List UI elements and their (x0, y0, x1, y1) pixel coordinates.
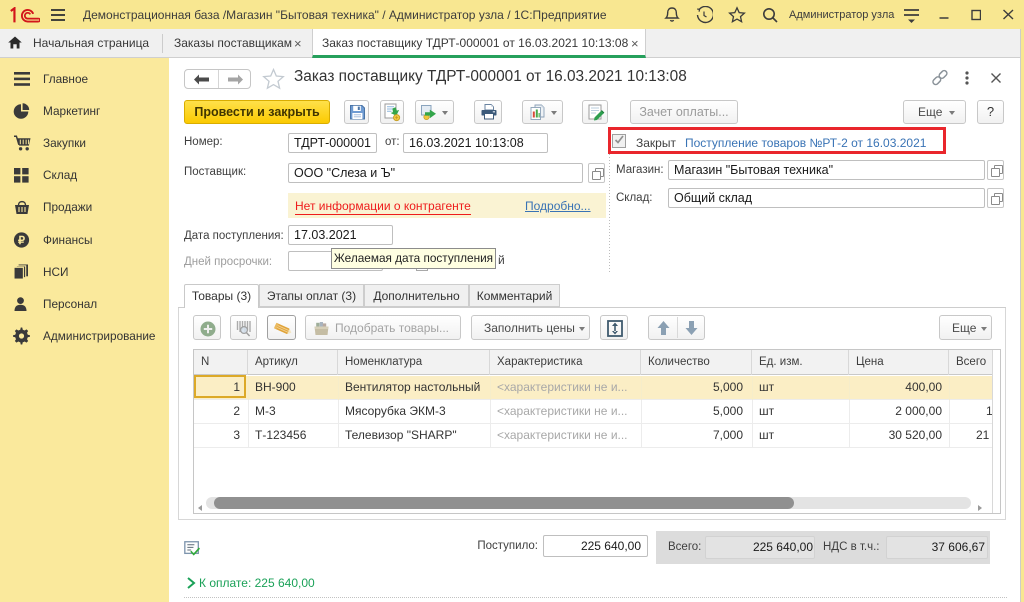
svg-text:₽: ₽ (18, 235, 25, 247)
